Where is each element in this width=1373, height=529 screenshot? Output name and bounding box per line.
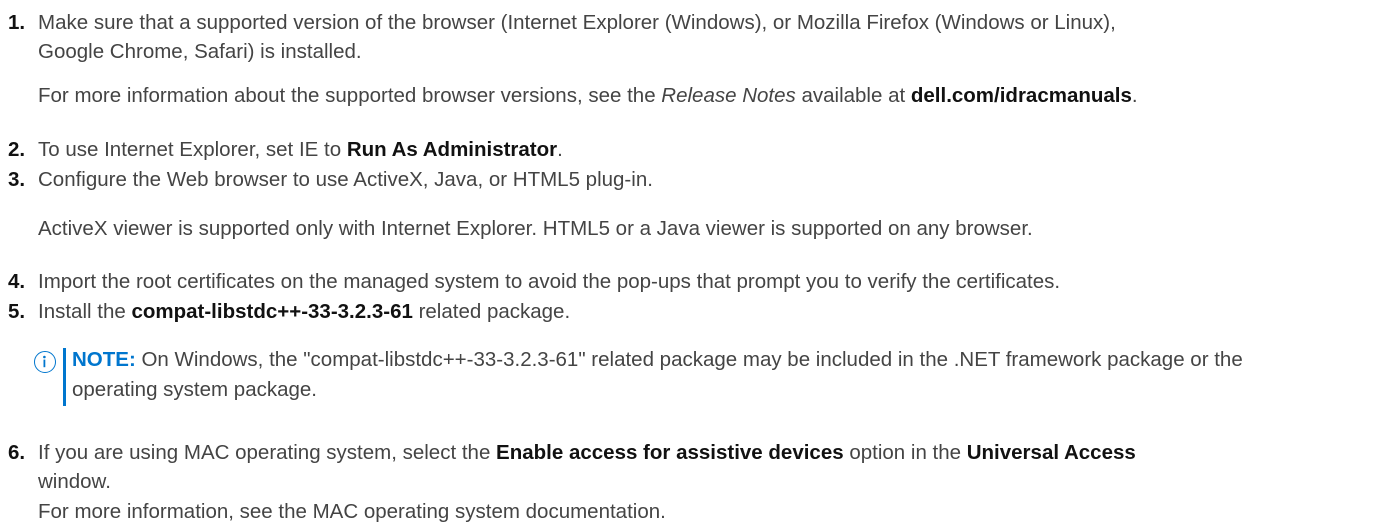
list-item: 2 To use Internet Explorer, set IE to Ru… bbox=[8, 135, 1365, 164]
procedure-list: 1 Make sure that a supported version of … bbox=[0, 0, 1373, 529]
step-number: 6 bbox=[8, 438, 38, 467]
release-notes-title: Release Notes bbox=[661, 84, 796, 107]
step-text-line: Configure the Web browser to use ActiveX… bbox=[38, 168, 653, 191]
package-name: compat-libstdc++-33-3.2.3-61 bbox=[131, 300, 413, 323]
step-number: 5 bbox=[8, 297, 38, 326]
note-text: NOTE: On Windows, the "compat-libstdc++-… bbox=[72, 348, 1243, 401]
note-accent-bar bbox=[63, 348, 66, 406]
step-text-line: Install the compat-libstdc++-33-3.2.3-61… bbox=[38, 300, 571, 323]
step-text-line: To use Internet Explorer, set IE to Run … bbox=[38, 138, 563, 161]
step-number: 4 bbox=[8, 267, 38, 296]
list-item: 6 If you are using MAC operating system,… bbox=[8, 438, 1365, 496]
step-text-line: Import the root certificates on the mana… bbox=[38, 270, 1061, 293]
step-paragraph: For more information, see the MAC operat… bbox=[38, 500, 666, 523]
step-text-line: Make sure that a supported version of th… bbox=[38, 11, 1116, 34]
step-paragraph: ActiveX viewer is supported only with In… bbox=[38, 217, 1033, 240]
step-paragraph: For more information about the supported… bbox=[38, 84, 1138, 107]
list-item: 4 Import the root certificates on the ma… bbox=[8, 267, 1365, 296]
list-item: 3 Configure the Web browser to use Activ… bbox=[8, 165, 1365, 194]
step-text-line: window. bbox=[38, 470, 111, 493]
list-item: 5 Install the compat-libstdc++-33-3.2.3-… bbox=[8, 297, 1365, 326]
note-callout: NOTE: On Windows, the "compat-libstdc++-… bbox=[34, 345, 1354, 406]
note-label: NOTE: bbox=[72, 348, 136, 371]
step-number: 1 bbox=[8, 8, 38, 37]
step-number: 2 bbox=[8, 135, 38, 164]
manuals-link-text: dell.com/idracmanuals bbox=[910, 84, 1132, 107]
step-number: 3 bbox=[8, 165, 38, 194]
info-icon bbox=[34, 351, 56, 373]
step-text-line: Google Chrome, Safari) is installed. bbox=[38, 40, 362, 63]
step-text-line: If you are using MAC operating system, s… bbox=[38, 441, 1136, 464]
list-item: 1 Make sure that a supported version of … bbox=[8, 8, 1365, 66]
